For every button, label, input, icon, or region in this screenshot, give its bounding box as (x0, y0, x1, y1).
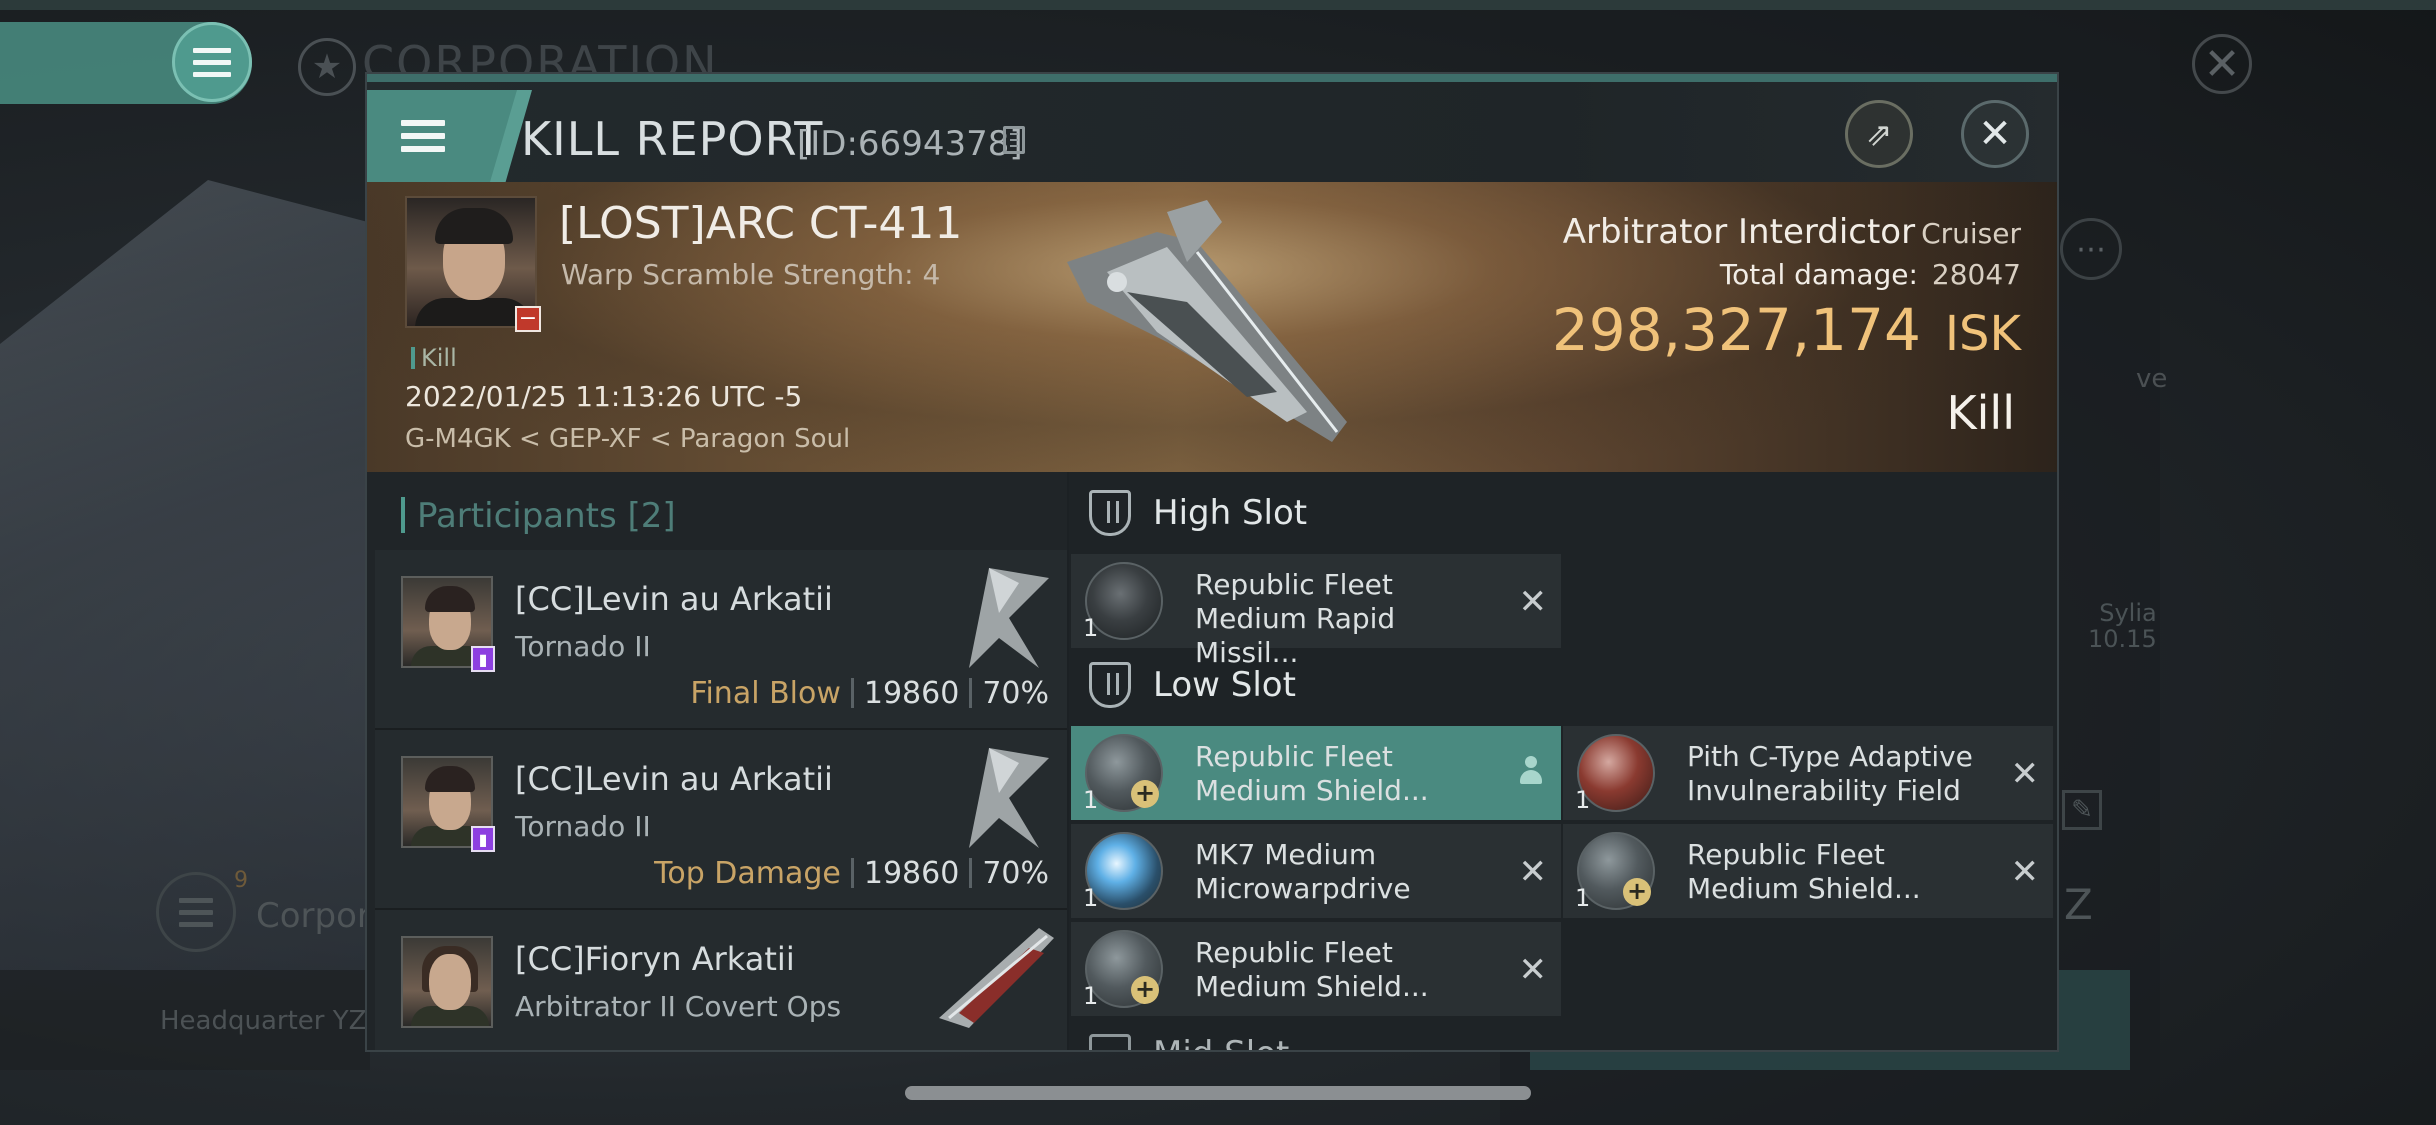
result-label: Kill (1946, 386, 2015, 440)
participant-name: [CC]Fioryn Arkatii (515, 940, 795, 978)
dropped-person-icon (1519, 756, 1543, 788)
copy-id-icon[interactable] (1003, 126, 1025, 154)
destroyed-x-icon: ✕ (1518, 950, 1548, 990)
destroyed-x-icon: ✕ (2010, 852, 2040, 892)
kill-datetime: 2022/01/25 11:13:26 UTC -5 (405, 380, 803, 413)
ship-type: Arbitrator Interdictor Cruiser (1562, 212, 2021, 252)
participant-row[interactable]: [CC]Fioryn Arkatii Arbitrator II Covert … (375, 910, 1067, 1050)
participant-ship-image (969, 568, 1049, 668)
kill-report-modal: KILL REPORT [ID:6694378] ⇗ ✕ − [LOST]ARC… (365, 72, 2059, 1052)
corporation-badge-icon: ▮ (471, 826, 495, 852)
module-item[interactable]: + 1 Republic Fleet Medium Shield... ✕ (1563, 824, 2053, 918)
slot-shield-icon (1089, 662, 1131, 708)
hamburger-icon (179, 897, 213, 927)
kill-report-id: [ID:6694378] (797, 124, 1023, 164)
participant-ship: Tornado II (515, 630, 651, 663)
participant-ship: Arbitrator II Covert Ops (515, 990, 842, 1023)
main-menu-button[interactable] (172, 22, 252, 102)
module-item[interactable]: + 1 Republic Fleet Medium Shield... (1071, 726, 1561, 820)
plus-icon: + (1131, 976, 1159, 1004)
kill-location: G-M4GK < GEP-XF < Paragon Soul (405, 424, 851, 454)
module-item[interactable]: 1 Republic Fleet Medium Rapid Missil... ✕ (1071, 554, 1561, 669)
participant-stats: Top Damage 19860 70% (654, 856, 1049, 891)
module-item[interactable]: + 1 Republic Fleet Medium Shield... ✕ (1071, 922, 1561, 1016)
more-options-icon[interactable]: ⋯ (2060, 218, 2122, 280)
slot-shield-icon (1089, 1034, 1131, 1050)
warp-scramble-strength: Warp Scramble Strength: 4 (561, 258, 941, 291)
victim-ship-image[interactable] (1047, 192, 1377, 462)
home-indicator[interactable] (905, 1086, 1531, 1100)
plus-icon: + (1623, 878, 1651, 906)
top-strip (0, 0, 2436, 10)
kill-banner: − [LOST]ARC CT-411 Warp Scramble Strengt… (367, 182, 2057, 472)
low-slot-header: Low Slot (1089, 656, 1296, 714)
slot-shield-icon (1089, 490, 1131, 536)
fitting-panel: High Slot 1 Republic Fleet Medium Rapid M… (1069, 472, 2057, 1050)
participant-name: [CC]Levin au Arkatii (515, 760, 833, 798)
modal-title: KILL REPORT (521, 112, 824, 166)
hamburger-icon (193, 47, 231, 77)
participant-row[interactable]: ▮ [CC]Levin au Arkatii Tornado II Final … (375, 550, 1067, 730)
participant-ship-image (939, 928, 1054, 1028)
mid-slot-header: Mid Slot (1089, 1034, 1389, 1050)
corporation-count-badge: 9 (234, 868, 248, 893)
ship-class: Cruiser (1921, 217, 2021, 250)
corporation-badge-icon: ▮ (471, 646, 495, 672)
destroyed-x-icon: ✕ (1518, 852, 1548, 892)
participant-ship-image (969, 748, 1049, 848)
destroyed-x-icon: ✕ (2010, 754, 2040, 794)
settings-z-icon[interactable]: Z (2064, 880, 2093, 929)
share-icon[interactable]: ⇗ (1845, 100, 1913, 168)
participants-panel: Participants [2] ▮ [CC]Levin au Arkatii … (367, 472, 1067, 1050)
background-side-info: Sylia 10.15 (2088, 599, 2157, 653)
modal-top-accent (367, 74, 2057, 82)
high-slot-header: High Slot (1089, 484, 1307, 542)
module-item[interactable]: 1 MK7 Medium Microwarpdrive ✕ (1071, 824, 1561, 918)
participant-stats: Final Blow 19860 70% (690, 676, 1049, 711)
close-icon[interactable]: ✕ (1961, 100, 2029, 168)
background-side-text: ve (2136, 364, 2168, 394)
total-damage: Total damage: 28047 (1719, 258, 2021, 291)
participant-row[interactable]: ▮ [CC]Levin au Arkatii Tornado II Top Da… (375, 730, 1067, 910)
destroyed-x-icon: ✕ (1518, 582, 1548, 622)
hamburger-icon (401, 120, 445, 152)
loss-badge-icon: − (515, 306, 541, 332)
participants-header: Participants [2] (401, 496, 676, 536)
module-item[interactable]: 1 Pith C-Type Adaptive Invulnerability Fi… (1563, 726, 2053, 820)
background-close-icon[interactable]: ✕ (2192, 34, 2252, 94)
isk-value: 298,327,174 ISK (1551, 296, 2021, 364)
victim-name: [LOST]ARC CT-411 (559, 198, 963, 249)
participant-name: [CC]Levin au Arkatii (515, 580, 833, 618)
plus-icon: + (1131, 780, 1159, 808)
kill-tag: Kill (411, 344, 457, 372)
participant-ship: Tornado II (515, 810, 651, 843)
edit-icon[interactable]: ✎ (2062, 790, 2102, 830)
modal-header: KILL REPORT [ID:6694378] ⇗ ✕ (367, 82, 2057, 182)
corporation-star-icon: ★ (298, 38, 356, 96)
headquarter-label: Headquarter YZ- (160, 1006, 376, 1036)
corporation-menu-button[interactable] (156, 872, 236, 952)
participants-list: ▮ [CC]Levin au Arkatii Tornado II Final … (375, 550, 1067, 1050)
participant-avatar[interactable] (401, 936, 493, 1028)
